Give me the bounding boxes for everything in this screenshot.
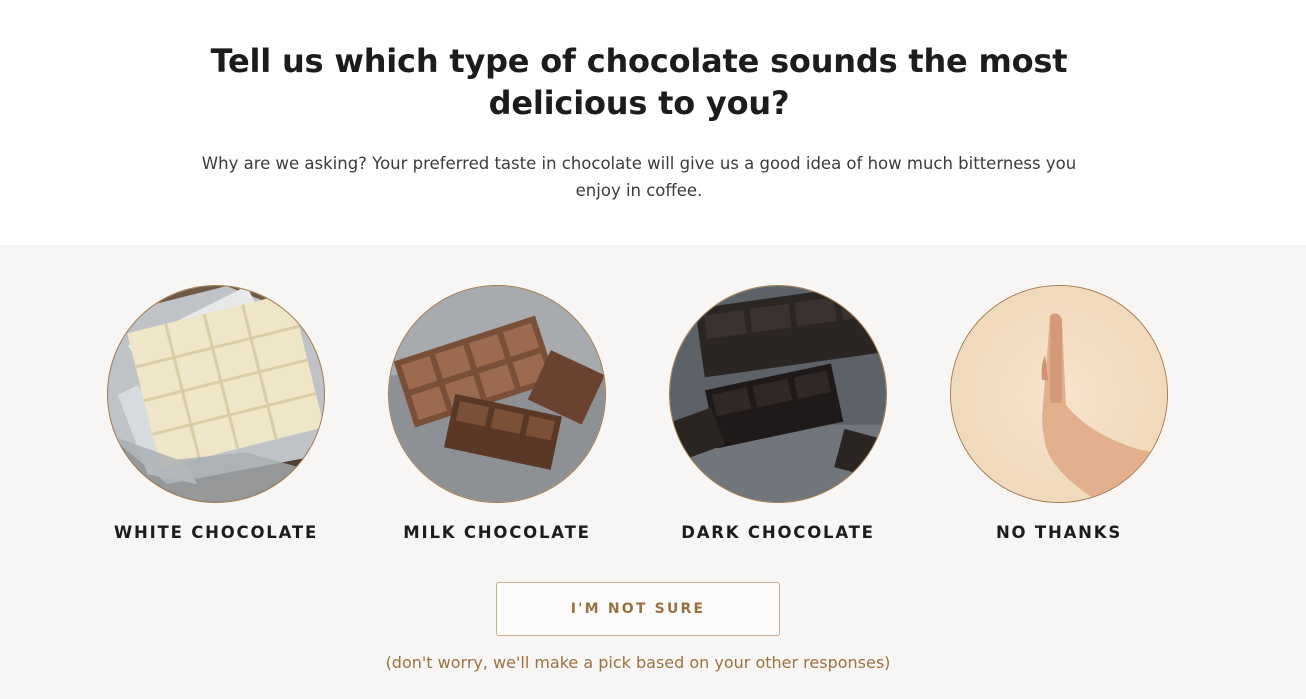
option-label: WHITE CHOCOLATE: [113, 523, 319, 542]
option-no-thanks[interactable]: NO THANKS: [939, 285, 1179, 555]
question-subtitle: Why are we asking? Your preferred taste …: [201, 154, 1077, 200]
question-title: Tell us which type of chocolate sounds t…: [210, 42, 1068, 122]
option-label: DARK CHOCOLATE: [681, 523, 875, 542]
options-panel: WHITE CHOCOLATE MILK CHOCOLATE DARK CHOC…: [0, 245, 1306, 699]
option-white-chocolate[interactable]: WHITE CHOCOLATE: [96, 285, 336, 555]
milk-chocolate-image: [388, 285, 606, 503]
option-milk-chocolate[interactable]: MILK CHOCOLATE: [377, 285, 617, 555]
question-header: Tell us which type of chocolate sounds t…: [0, 0, 1306, 245]
dark-chocolate-image: [669, 285, 887, 503]
not-sure-button[interactable]: I'M NOT SURE: [496, 582, 780, 636]
option-label: MILK CHOCOLATE: [403, 523, 591, 542]
not-sure-note: (don't worry, we'll make a pick based on…: [385, 653, 891, 672]
option-dark-chocolate[interactable]: DARK CHOCOLATE: [658, 285, 898, 555]
white-chocolate-image: [107, 285, 325, 503]
hand-stop-icon: [950, 285, 1168, 503]
option-label: NO THANKS: [995, 523, 1123, 542]
